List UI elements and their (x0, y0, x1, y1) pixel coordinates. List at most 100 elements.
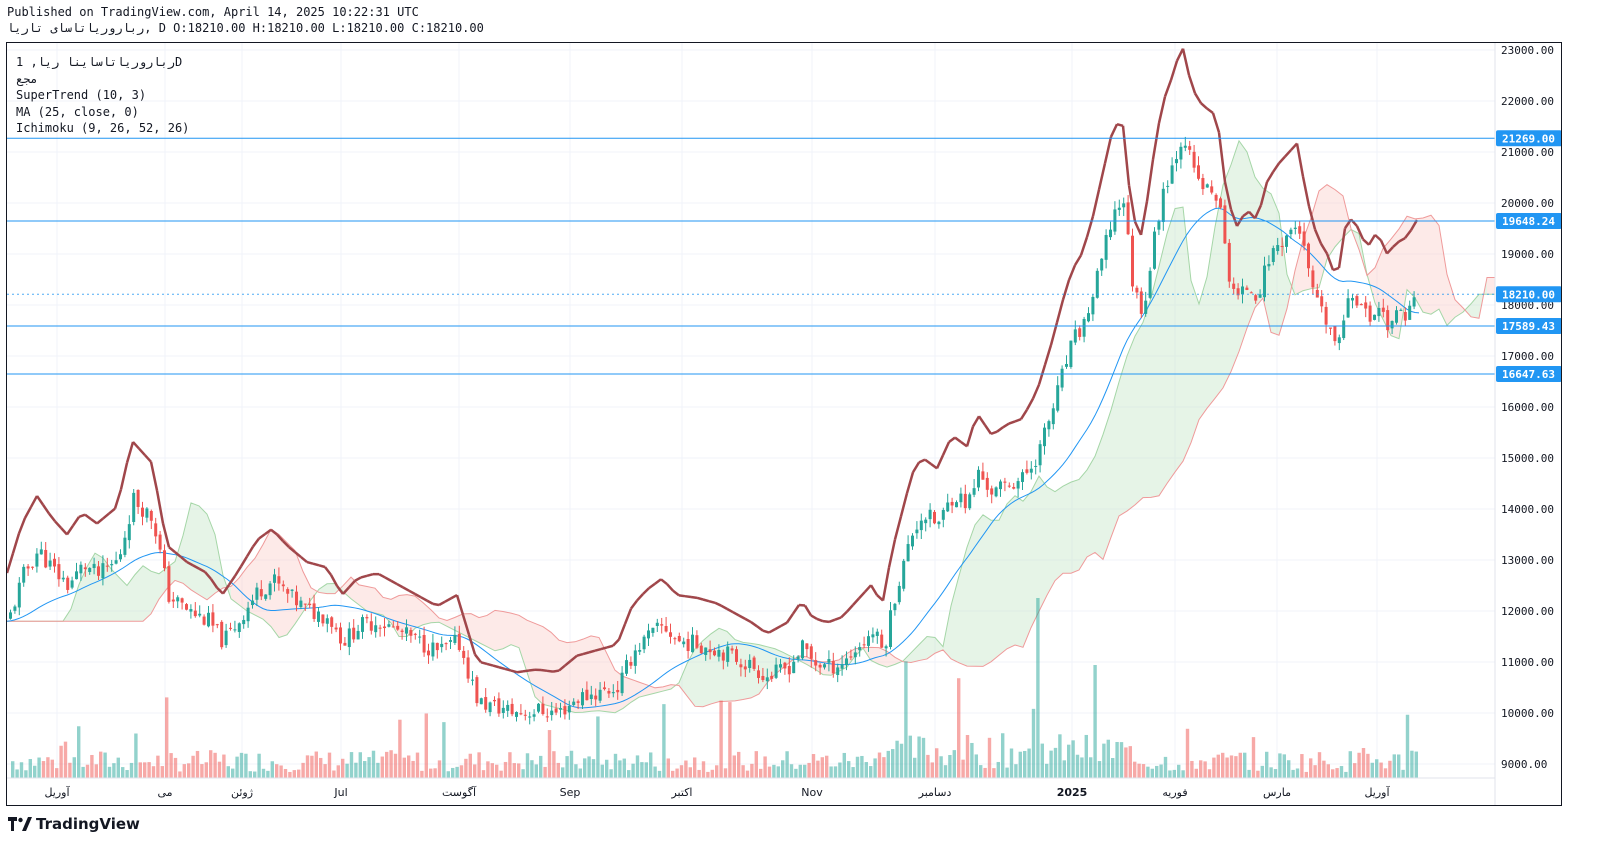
volume-bar (1053, 747, 1058, 778)
volume-bar (895, 740, 899, 778)
volume-bar (851, 767, 855, 778)
candle-body (906, 544, 910, 562)
volume-bar (574, 764, 578, 778)
volume-bar (442, 722, 446, 778)
volume-bar (618, 760, 622, 778)
supertrend-segment (54, 520, 62, 529)
volume-bar (693, 757, 697, 778)
volume-bar (1317, 752, 1322, 778)
volume-bar (622, 758, 626, 778)
volume-bar (627, 770, 631, 778)
volume-bar (468, 753, 472, 778)
price-chart-svg[interactable]: 23000.00 22000.00 21000.00 20000.00 19000.00… (7, 43, 1562, 806)
y-tick-label: 16000.00 (1501, 401, 1554, 414)
volume-bar (63, 741, 68, 778)
supertrend-segment (684, 594, 692, 599)
supertrend-segment (125, 441, 135, 464)
candle-body (1012, 486, 1016, 489)
candle-body (554, 708, 558, 713)
volume-bar (772, 764, 776, 778)
candle-body (303, 603, 307, 605)
volume-bar (697, 769, 701, 778)
candle-body (1175, 159, 1178, 164)
supertrend-segment (768, 628, 776, 634)
candle-body (1342, 320, 1346, 339)
ichimoku-cloud-segment (959, 547, 967, 667)
supertrend-segment (1301, 176, 1311, 207)
candle-body (1091, 296, 1095, 315)
supertrend-segment (941, 441, 951, 456)
supertrend-segment (654, 578, 662, 585)
supertrend-segment (1265, 171, 1275, 183)
ichimoku-cloud-segment (1335, 189, 1343, 247)
volume-bar (882, 757, 886, 778)
candle-body (506, 704, 510, 711)
volume-bar (877, 752, 882, 778)
candle-body (730, 648, 734, 651)
supertrend-segment (617, 623, 627, 640)
volume-bar (662, 704, 666, 778)
volume-bar (165, 697, 169, 778)
candle-body (541, 703, 545, 715)
y-tick-label: 10000.00 (1501, 707, 1554, 720)
legend-supertrend[interactable]: SuperTrend (10, 3) (16, 87, 189, 104)
supertrend-segment (899, 492, 909, 517)
candle-body (246, 607, 250, 622)
supertrend-segment (540, 668, 548, 673)
volume-bar (723, 768, 728, 778)
supertrend-segment (732, 611, 740, 617)
volume-bar (1119, 742, 1124, 778)
volume-bar (1190, 760, 1194, 778)
volume-bar (635, 755, 640, 778)
candle-body (1412, 297, 1416, 307)
volume-bar (116, 757, 120, 778)
volume-bar (1216, 754, 1220, 778)
volume-bar (675, 768, 679, 778)
candle-body (523, 714, 527, 716)
supertrend-segment (918, 458, 926, 464)
candle-body (677, 635, 681, 642)
volume-bar (147, 762, 151, 778)
volume-bar (992, 768, 996, 778)
volume-bar (407, 755, 411, 778)
volume-bar (908, 735, 912, 778)
candle-body (796, 656, 800, 660)
legend-ichimoku[interactable]: Ichimoku (9, 26, 52, 26) (16, 120, 189, 137)
volume-bar (473, 764, 477, 778)
volume-bar (349, 752, 354, 778)
candle-body (862, 644, 866, 646)
ichimoku-cloud-segment (1191, 280, 1199, 443)
candle-body (466, 657, 470, 679)
candle-body (699, 645, 703, 654)
candle-body (312, 603, 316, 619)
legend-symbol[interactable]: رباروریاتاساینا ریا, 1D (16, 54, 189, 71)
chart-area[interactable]: 23000.00 22000.00 21000.00 20000.00 19000.00… (6, 42, 1562, 806)
supertrend-segment (408, 589, 416, 596)
candle-body (1078, 328, 1082, 337)
volume-bar (657, 770, 662, 778)
legend-ma[interactable]: MA (25, close, 0) (16, 104, 189, 121)
supertrend-segment (1025, 398, 1035, 411)
supertrend-segment (390, 579, 398, 586)
volume-bar (1141, 764, 1146, 778)
candle-body (594, 695, 598, 700)
supertrend-segment (911, 461, 921, 473)
volume-bar (385, 751, 389, 778)
volume-bar (1093, 665, 1097, 778)
volume-bar (231, 768, 235, 778)
volume-bar (666, 758, 670, 778)
supertrend-segment (965, 426, 975, 447)
ichimoku-cloud-segment (127, 574, 135, 622)
volume-bar (459, 765, 464, 778)
candle-body (814, 660, 818, 666)
candle-body (1104, 235, 1108, 260)
supertrend-segment (1014, 418, 1022, 423)
ichimoku-cloud-segment (135, 565, 143, 622)
supertrend-segment (1079, 236, 1089, 256)
candle-body (1131, 235, 1134, 287)
volume-bar (1049, 750, 1053, 778)
candle-body (387, 624, 391, 627)
candle-body (462, 650, 466, 658)
tradingview-logo[interactable]: TradingView (8, 815, 140, 833)
supertrend-segment (1008, 420, 1016, 425)
